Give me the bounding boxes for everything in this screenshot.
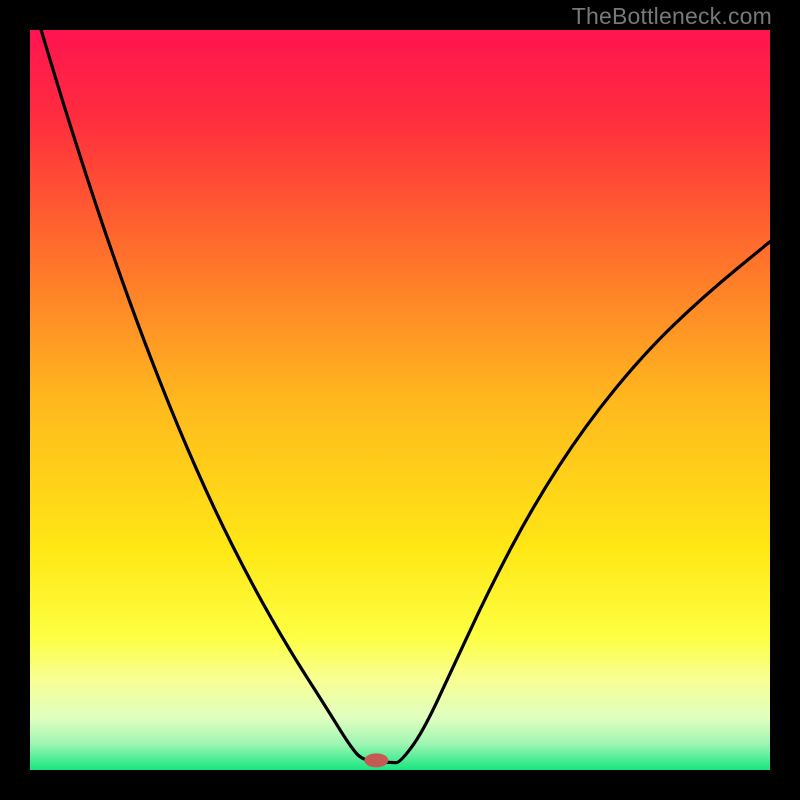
plot-background xyxy=(30,30,770,770)
watermark-text: TheBottleneck.com xyxy=(572,3,772,30)
optimal-marker xyxy=(364,753,388,767)
bottleneck-chart xyxy=(0,0,800,800)
